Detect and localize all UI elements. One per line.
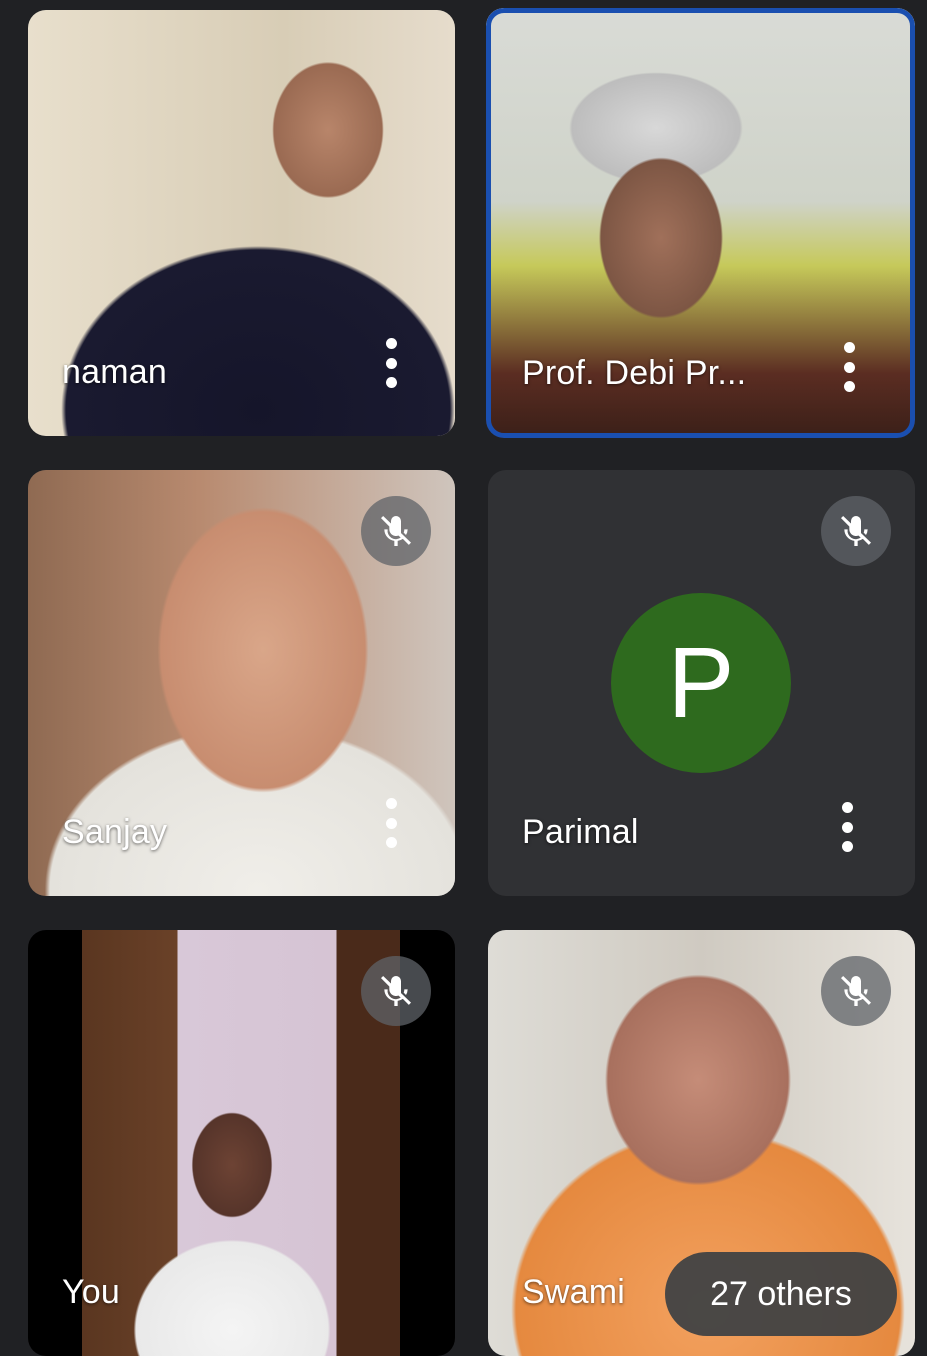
- participant-name: Parimal: [522, 813, 639, 851]
- more-options-icon[interactable]: [837, 802, 857, 852]
- participant-tile-prof-debi[interactable]: Prof. Debi Pr...: [486, 8, 915, 438]
- participant-name: naman: [62, 353, 167, 391]
- mic-off-icon: [361, 496, 431, 566]
- participant-tile-you[interactable]: You: [28, 930, 455, 1356]
- more-options-icon[interactable]: [381, 798, 401, 848]
- others-count-button[interactable]: 27 others: [665, 1252, 897, 1336]
- mic-off-icon: [821, 496, 891, 566]
- participant-video: [82, 930, 400, 1356]
- more-options-icon[interactable]: [381, 338, 401, 388]
- participant-name: Sanjay: [62, 813, 168, 851]
- more-options-icon[interactable]: [839, 342, 859, 392]
- avatar: P: [611, 593, 791, 773]
- mic-off-icon: [361, 956, 431, 1026]
- participant-name: Swami: [522, 1273, 626, 1311]
- mic-off-icon: [821, 956, 891, 1026]
- participant-tile-parimal[interactable]: P Parimal: [488, 470, 915, 896]
- participant-name: You: [62, 1273, 120, 1311]
- participant-tile-sanjay[interactable]: Sanjay: [28, 470, 455, 896]
- participant-tile-naman[interactable]: naman: [28, 10, 455, 436]
- participant-name: Prof. Debi Pr...: [522, 354, 747, 392]
- participant-tile-swami[interactable]: Swami 27 others: [488, 930, 915, 1356]
